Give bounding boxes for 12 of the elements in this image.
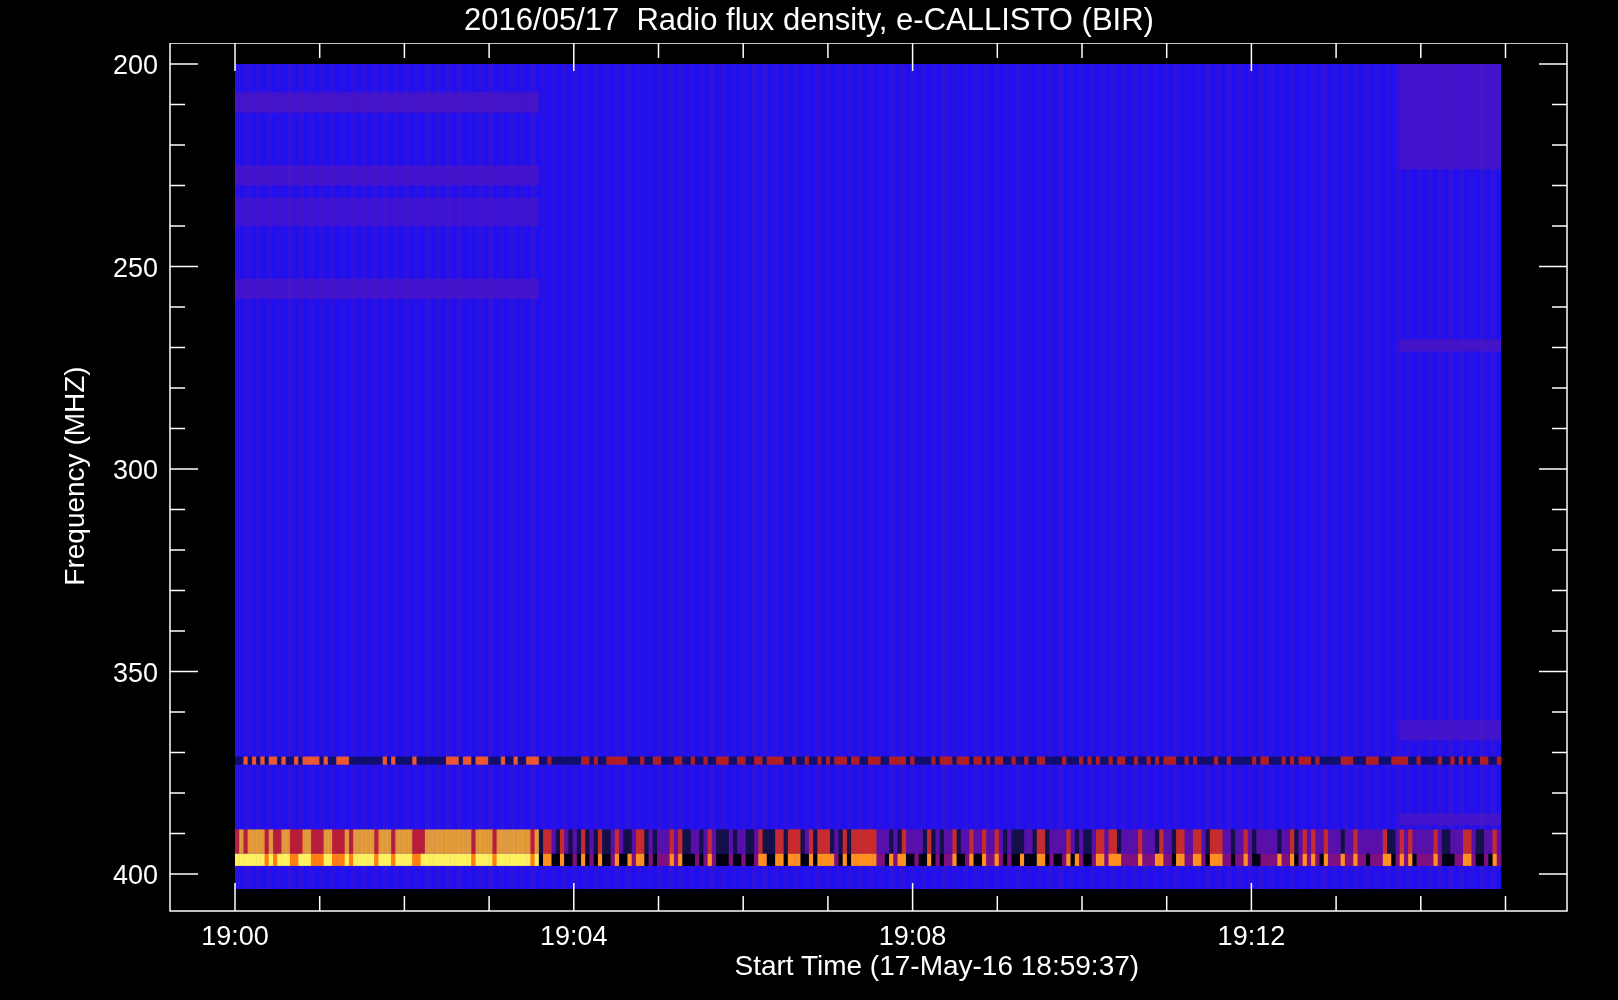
x-tick-label: 19:04	[540, 921, 608, 951]
y-tick-label: 400	[112, 860, 158, 890]
x-tick-label: 19:12	[1217, 921, 1286, 951]
x-tick-label: 19:00	[201, 921, 269, 951]
y-axis-label: Frequency (MHZ)	[59, 366, 90, 586]
y-tick-label: 200	[112, 50, 158, 80]
y-tick-label: 250	[112, 252, 158, 283]
y-tick-label: 350	[112, 657, 158, 688]
plot-title: 2016/05/17 Radio flux density, e-CALLISTO (BIR)	[464, 1, 1154, 39]
y-tick-label: 300	[112, 455, 158, 485]
x-tick-label: 19:08	[878, 921, 947, 951]
x-axis-label: Start Time (17-May-16 18:59:37)	[734, 950, 1140, 981]
